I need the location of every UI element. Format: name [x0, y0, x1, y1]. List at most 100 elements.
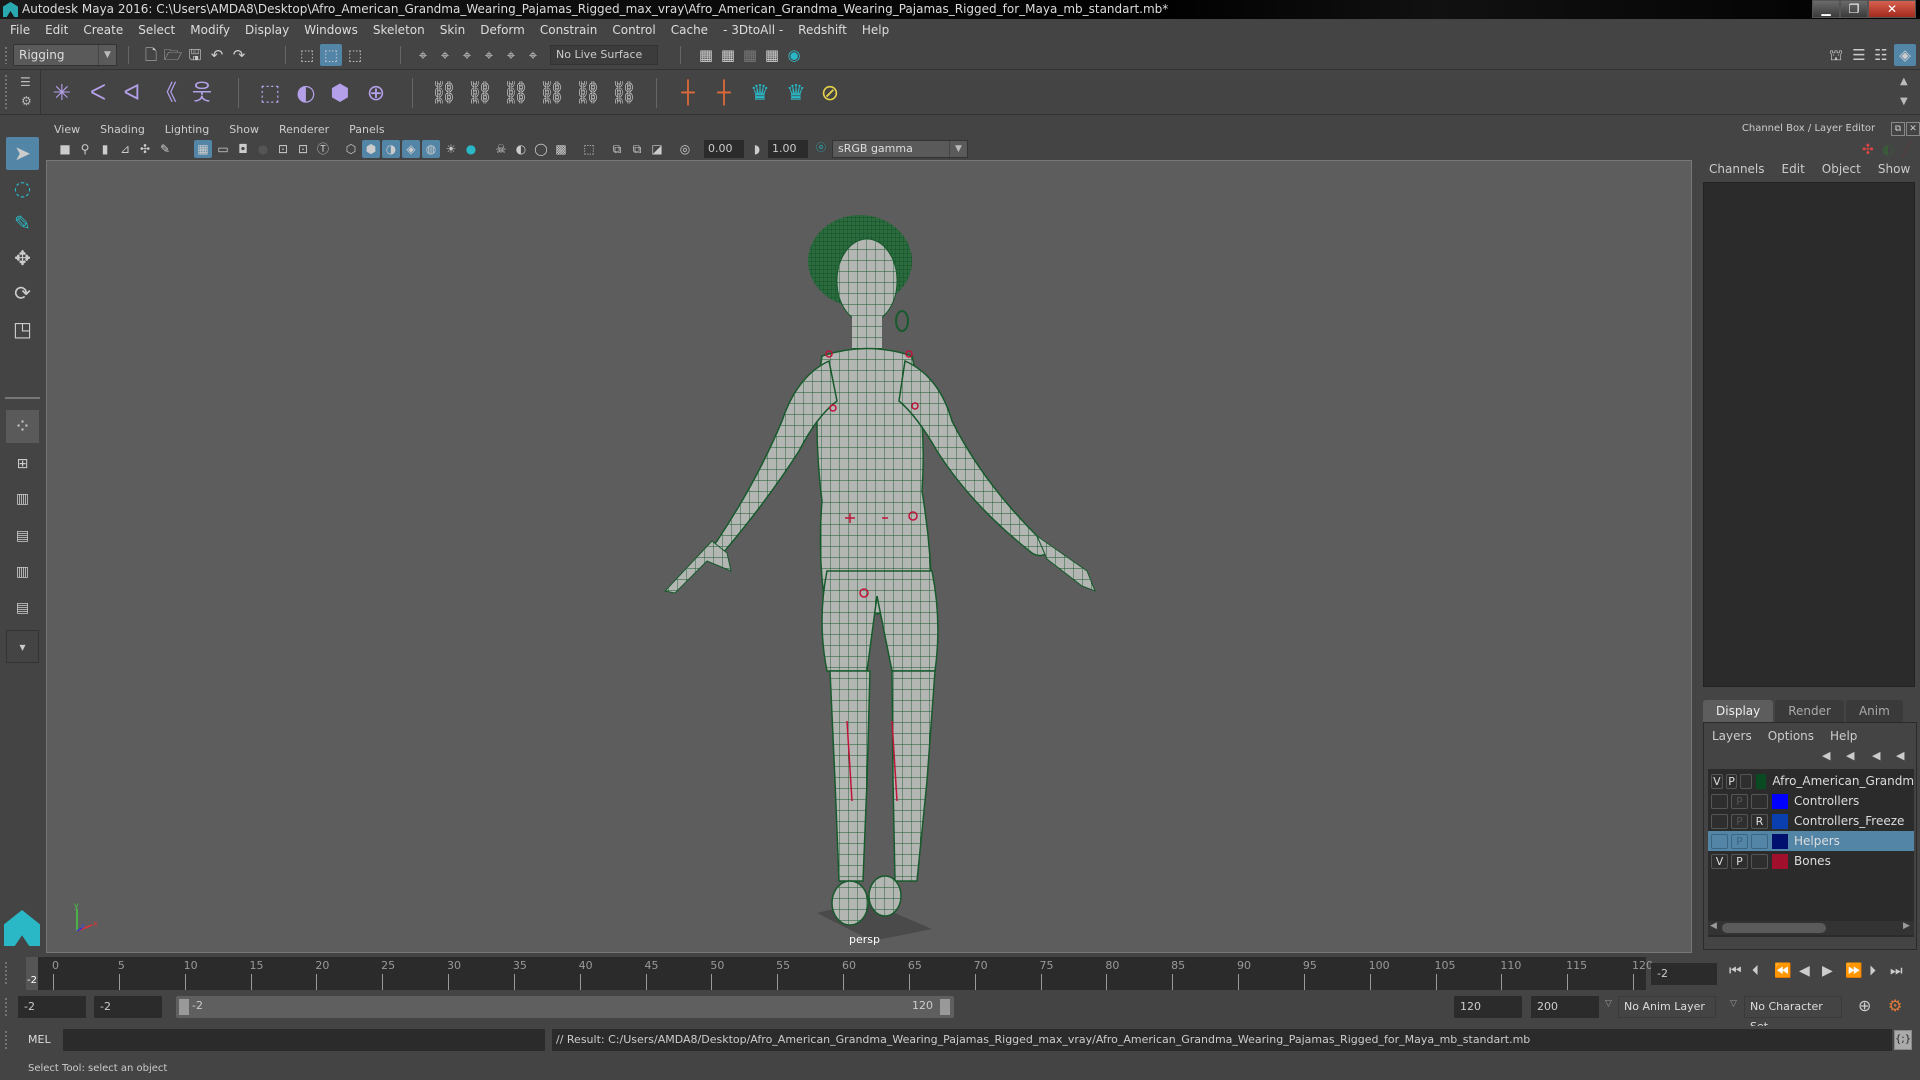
image-plane-icon[interactable]: ⊿	[116, 140, 134, 158]
maya-script-icon[interactable]: ♛	[746, 80, 774, 108]
le-menu-help[interactable]: Help	[1830, 729, 1857, 743]
default-material-icon[interactable]: ◑	[382, 140, 400, 158]
grid-icon[interactable]: ▦	[194, 140, 212, 158]
menuset-dropdown[interactable]: Rigging ▼	[13, 44, 117, 66]
field-chart-icon[interactable]: ⊡	[274, 140, 292, 158]
scroll-left-icon[interactable]: ◀	[1710, 921, 1717, 931]
wireframe-icon[interactable]: ⬡	[342, 140, 360, 158]
layer-list-hscrollbar[interactable]: ◀ ▶	[1708, 921, 1914, 935]
drag-handle[interactable]	[4, 1030, 8, 1050]
film-gate-icon[interactable]: ▭	[214, 140, 232, 158]
camera-icon[interactable]: ■	[56, 140, 74, 158]
snap-grid-icon[interactable]: ⌖	[412, 44, 434, 66]
time-slider[interactable]: -2 0 5 10 15 20 25 30 35 40 45 50 55 60 65 70 75 80 85 90 9…	[0, 955, 1920, 993]
layer-visibility-toggle[interactable]	[1711, 813, 1728, 829]
play-forwards-icon[interactable]: ▶	[1822, 963, 1833, 979]
layer-color-swatch[interactable]	[1772, 833, 1788, 849]
menu-windows[interactable]: Windows	[304, 23, 358, 37]
ik-handle-icon[interactable]: ᐸ	[84, 80, 112, 108]
point-constraint-icon[interactable]: ⛓	[466, 80, 494, 108]
safe-title-icon[interactable]: Ⓣ	[314, 140, 332, 158]
layer-playback-toggle[interactable]: P	[1731, 833, 1748, 849]
animation-end-field[interactable]: 200	[1531, 996, 1599, 1018]
new-layer-selected-icon[interactable]: ◀	[1896, 749, 1904, 762]
drag-handle[interactable]	[4, 961, 8, 985]
cb-menu-channels[interactable]: Channels	[1709, 162, 1765, 176]
channel-hide-icon[interactable]: ╱	[1902, 142, 1910, 158]
bookmark-icon[interactable]: ▮	[96, 140, 114, 158]
le-menu-layers[interactable]: Layers	[1712, 729, 1752, 743]
attribute-editor-icon[interactable]: ☰	[1848, 44, 1870, 66]
menu-constrain[interactable]: Constrain	[540, 23, 598, 37]
panel-menu-shading[interactable]: Shading	[100, 123, 145, 136]
shelf-menu-icon[interactable]: ☰	[20, 75, 31, 89]
step-forward-key-icon[interactable]: ⏩	[1845, 963, 1862, 979]
panel-menu-renderer[interactable]: Renderer	[279, 123, 329, 136]
layer-playback-toggle[interactable]: P	[1731, 853, 1748, 869]
character-model[interactable]	[47, 161, 1692, 953]
camera-attributes-icon[interactable]: ⚲	[76, 140, 94, 158]
xray-active-icon[interactable]: ⧉	[628, 140, 646, 158]
layer-playback-toggle[interactable]: P	[1725, 773, 1738, 789]
aim-constraint-icon[interactable]: ⛓	[574, 80, 602, 108]
textured-icon[interactable]: ◍	[422, 140, 440, 158]
redo-icon[interactable]: ↷	[228, 44, 250, 66]
menu-help[interactable]: Help	[862, 23, 889, 37]
cb-menu-show[interactable]: Show	[1878, 162, 1910, 176]
maya-script-2-icon[interactable]: ♛	[782, 80, 810, 108]
ik-spline-icon[interactable]: ᐊ	[118, 80, 146, 108]
paint-weights-icon[interactable]: ⬚	[256, 80, 284, 108]
menu-cache[interactable]: Cache	[671, 23, 708, 37]
layer-visibility-toggle[interactable]: V	[1711, 853, 1728, 869]
drag-handle[interactable]	[4, 997, 8, 1017]
range-slider[interactable]: -2 120	[176, 996, 954, 1018]
menu-modify[interactable]: Modify	[190, 23, 230, 37]
new-scene-icon[interactable]: 🗋	[140, 44, 162, 66]
anim-layer-dropdown-icon[interactable]: ▽	[1605, 999, 1612, 1009]
parent-constraint-icon[interactable]: ⛓	[430, 80, 458, 108]
rotate-tool-icon[interactable]: ⟳	[6, 277, 39, 310]
layer-row[interactable]: P R Controllers_Freeze	[1708, 811, 1914, 831]
render-settings-icon[interactable]: ▦	[761, 44, 783, 66]
scale-constraint-icon[interactable]: ⛓	[538, 80, 566, 108]
playback-start-field[interactable]: -2	[94, 996, 162, 1018]
layer-visibility-toggle[interactable]	[1711, 793, 1728, 809]
minimize-button[interactable]: ▁	[1812, 0, 1840, 18]
orient-constraint-icon[interactable]: ⛓	[502, 80, 530, 108]
color-management-toggle-icon[interactable]: ⓞ	[812, 140, 830, 158]
tab-anim[interactable]: Anim	[1845, 700, 1903, 722]
xray-joints-icon[interactable]: ◪	[648, 140, 666, 158]
use-all-lights-icon[interactable]: ☀	[442, 140, 460, 158]
pole-vector-constraint-icon[interactable]: ⛓	[610, 80, 638, 108]
panel-menu-panels[interactable]: Panels	[349, 123, 384, 136]
menu-skin[interactable]: Skin	[440, 23, 466, 37]
cb-menu-edit[interactable]: Edit	[1782, 162, 1805, 176]
layer-playback-toggle[interactable]: P	[1731, 813, 1748, 829]
character-set-dropdown[interactable]: No Character Set	[1744, 996, 1842, 1033]
shelf-settings-icon[interactable]: ⚙	[21, 94, 32, 108]
cluster-icon[interactable]: ⊕	[362, 80, 390, 108]
render-frame-icon[interactable]: ▦	[717, 44, 739, 66]
script-language-toggle[interactable]: MEL	[28, 1033, 51, 1046]
close-button[interactable]: ✕	[1868, 0, 1916, 18]
delete-history-icon[interactable]: ⊘	[816, 80, 844, 108]
layer-color-swatch[interactable]	[1772, 813, 1788, 829]
undo-icon[interactable]: ↶	[206, 44, 228, 66]
locator-icon[interactable]: ┼	[674, 80, 702, 108]
menu-control[interactable]: Control	[612, 23, 655, 37]
locator-constraint-icon[interactable]: ┼	[710, 80, 738, 108]
tab-display[interactable]: Display	[1703, 700, 1774, 722]
depth-of-field-icon[interactable]: ▩	[552, 140, 570, 158]
layer-color-swatch[interactable]	[1756, 773, 1767, 789]
panel-menu-show[interactable]: Show	[229, 123, 259, 136]
command-input[interactable]	[63, 1029, 545, 1051]
joint-tool-icon[interactable]: ✳	[48, 80, 76, 108]
live-surface-field[interactable]: No Live Surface	[550, 45, 658, 65]
range-start-handle[interactable]	[179, 999, 189, 1015]
range-end-handle[interactable]	[940, 999, 950, 1015]
le-menu-options[interactable]: Options	[1768, 729, 1814, 743]
tab-render[interactable]: Render	[1775, 700, 1844, 722]
character-set-dropdown-icon[interactable]: ▽	[1730, 999, 1737, 1009]
layer-row[interactable]: V P Afro_American_Grandm	[1708, 771, 1914, 791]
close-panel-icon[interactable]: ✕	[1906, 122, 1920, 136]
